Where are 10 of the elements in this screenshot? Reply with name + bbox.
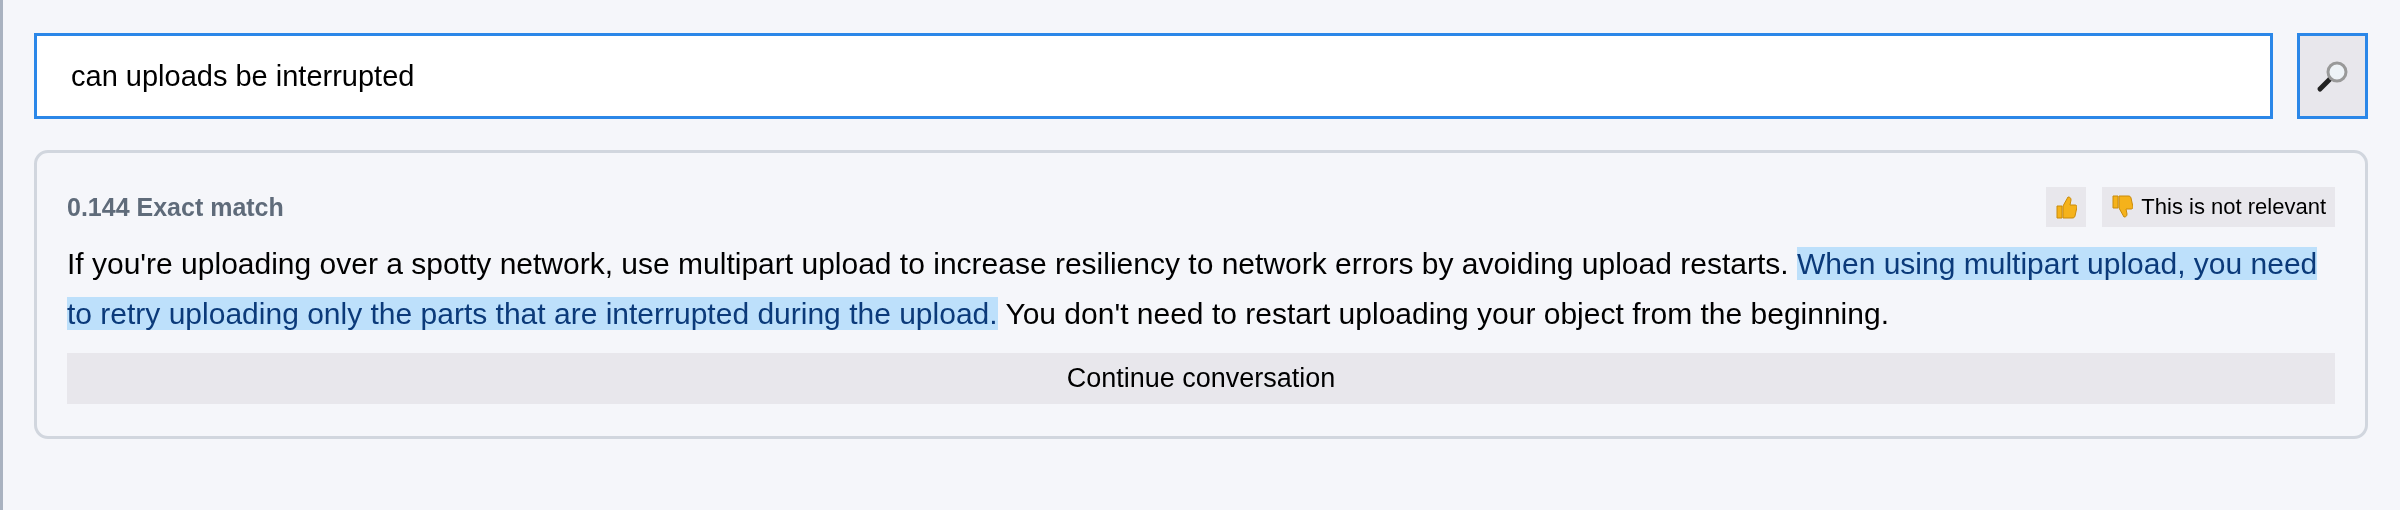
- match-score: 0.144 Exact match: [67, 192, 284, 222]
- search-field[interactable]: can uploads be interrupted: [34, 33, 2273, 119]
- search-button[interactable]: [2297, 33, 2368, 119]
- thumbs-up-icon: [2055, 194, 2078, 220]
- search-icon: [2315, 59, 2350, 93]
- thumbs-up-button[interactable]: [2046, 187, 2087, 227]
- thumbs-down-icon: [2111, 194, 2134, 220]
- not-relevant-button[interactable]: This is not relevant: [2102, 187, 2335, 227]
- answer-paragraph: If you're uploading over a spotty network, use multipart upload to increase resiliency to network errors by avoiding upload restarts. When using multipart upload, you need to retry uploading only the parts that are interrupted during the upload. You don't need to restart uploading your object from the beginning.: [67, 246, 2319, 332]
- continue-button[interactable]: Continue conversation: [67, 353, 2335, 404]
